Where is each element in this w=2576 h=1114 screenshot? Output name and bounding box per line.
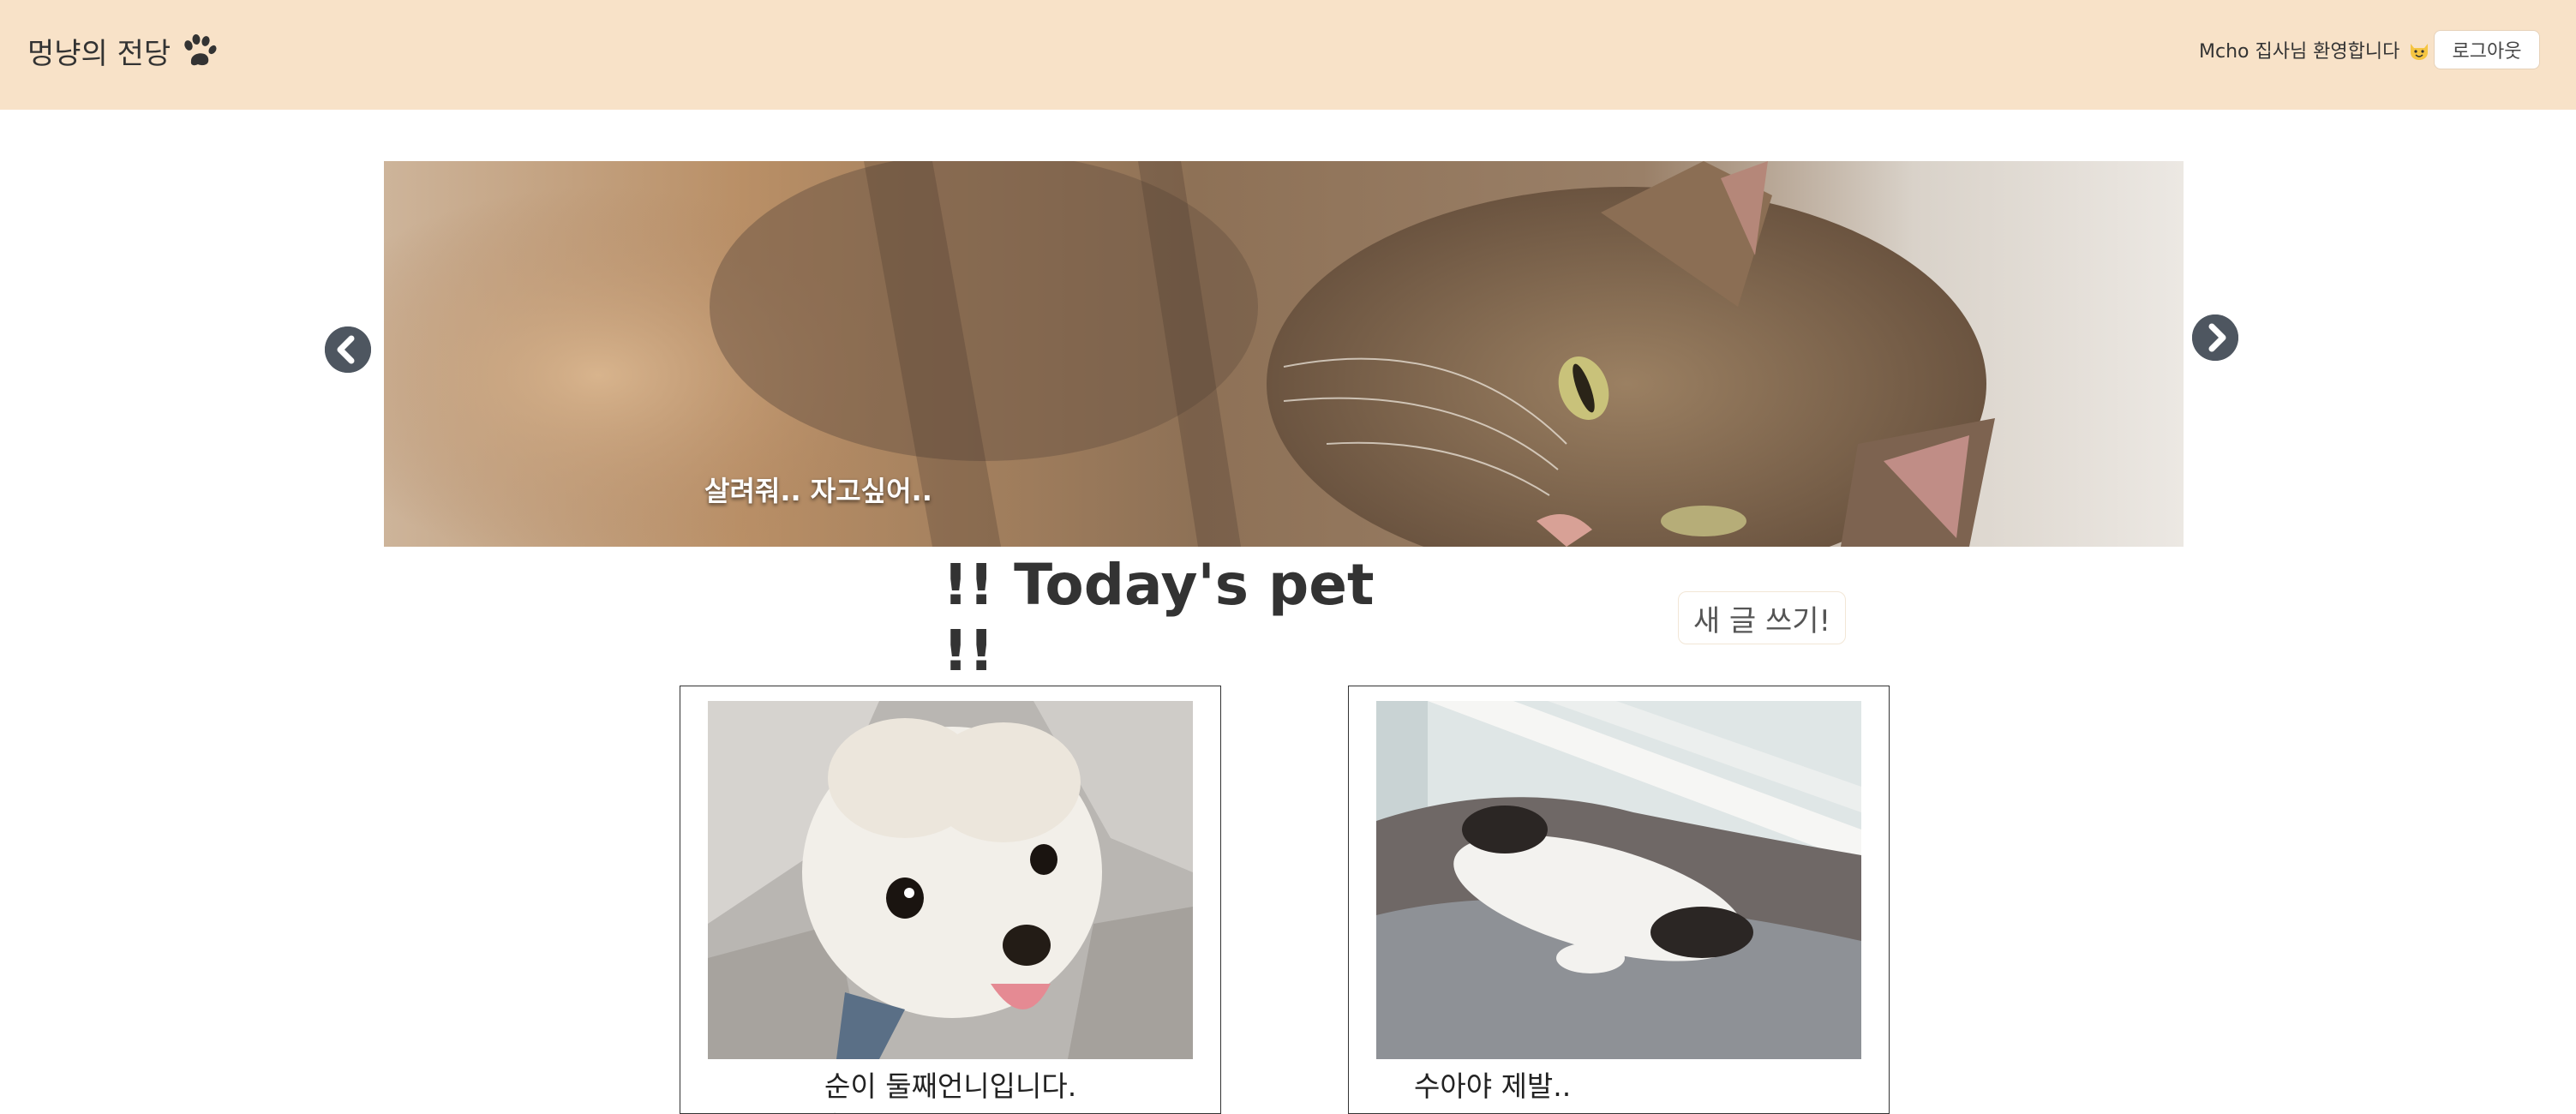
hero-carousel[interactable]: 살려줘.. 자고싶어.. bbox=[384, 161, 2184, 547]
paw-icon bbox=[184, 34, 217, 66]
pet-card[interactable]: 수아야 제발.. ㅠㅠ bbox=[1348, 686, 1890, 1114]
pet-photo-sleeping-cat bbox=[1376, 701, 1861, 1059]
carousel-next-button[interactable] bbox=[2192, 314, 2238, 361]
page-title: !! Today's pet !! bbox=[943, 552, 1375, 684]
welcome-message: Mcho 집사님 환영합니다 bbox=[2199, 33, 2430, 67]
pet-card-subtext: ㅎ bbox=[826, 1105, 843, 1113]
logout-button[interactable]: 로그아웃 bbox=[2434, 30, 2540, 69]
brand-logo[interactable]: 멍냥의 전당 bbox=[27, 29, 219, 72]
brand-title: 멍냥의 전당 bbox=[27, 36, 171, 71]
pet-card-text: 순이 둘째언니입니다. bbox=[824, 1069, 1077, 1103]
carousel-image-tabby-cat bbox=[384, 161, 2184, 547]
cat-smile-icon bbox=[2411, 44, 2429, 60]
chevron-right-circle-icon bbox=[2192, 314, 2238, 361]
navbar: 멍냥의 전당 Mcho 집사님 환영합니다 로그아웃 bbox=[0, 0, 2576, 110]
pet-card-subtext: ㅠㅠ bbox=[1414, 1105, 1448, 1113]
carousel-caption: 살려줘.. 자고싶어.. bbox=[704, 475, 932, 507]
chevron-left-circle-icon bbox=[325, 326, 371, 373]
write-post-button[interactable]: 새 글 쓰기! bbox=[1678, 591, 1846, 644]
carousel-prev-button[interactable] bbox=[325, 326, 371, 373]
pet-card-text: 수아야 제발.. bbox=[1414, 1069, 1572, 1103]
pet-card[interactable]: 순이 둘째언니입니다. ㅎ bbox=[680, 686, 1221, 1114]
welcome-text: Mcho 집사님 환영합니다 bbox=[2199, 41, 2400, 63]
pet-photo-white-dog bbox=[708, 701, 1193, 1059]
